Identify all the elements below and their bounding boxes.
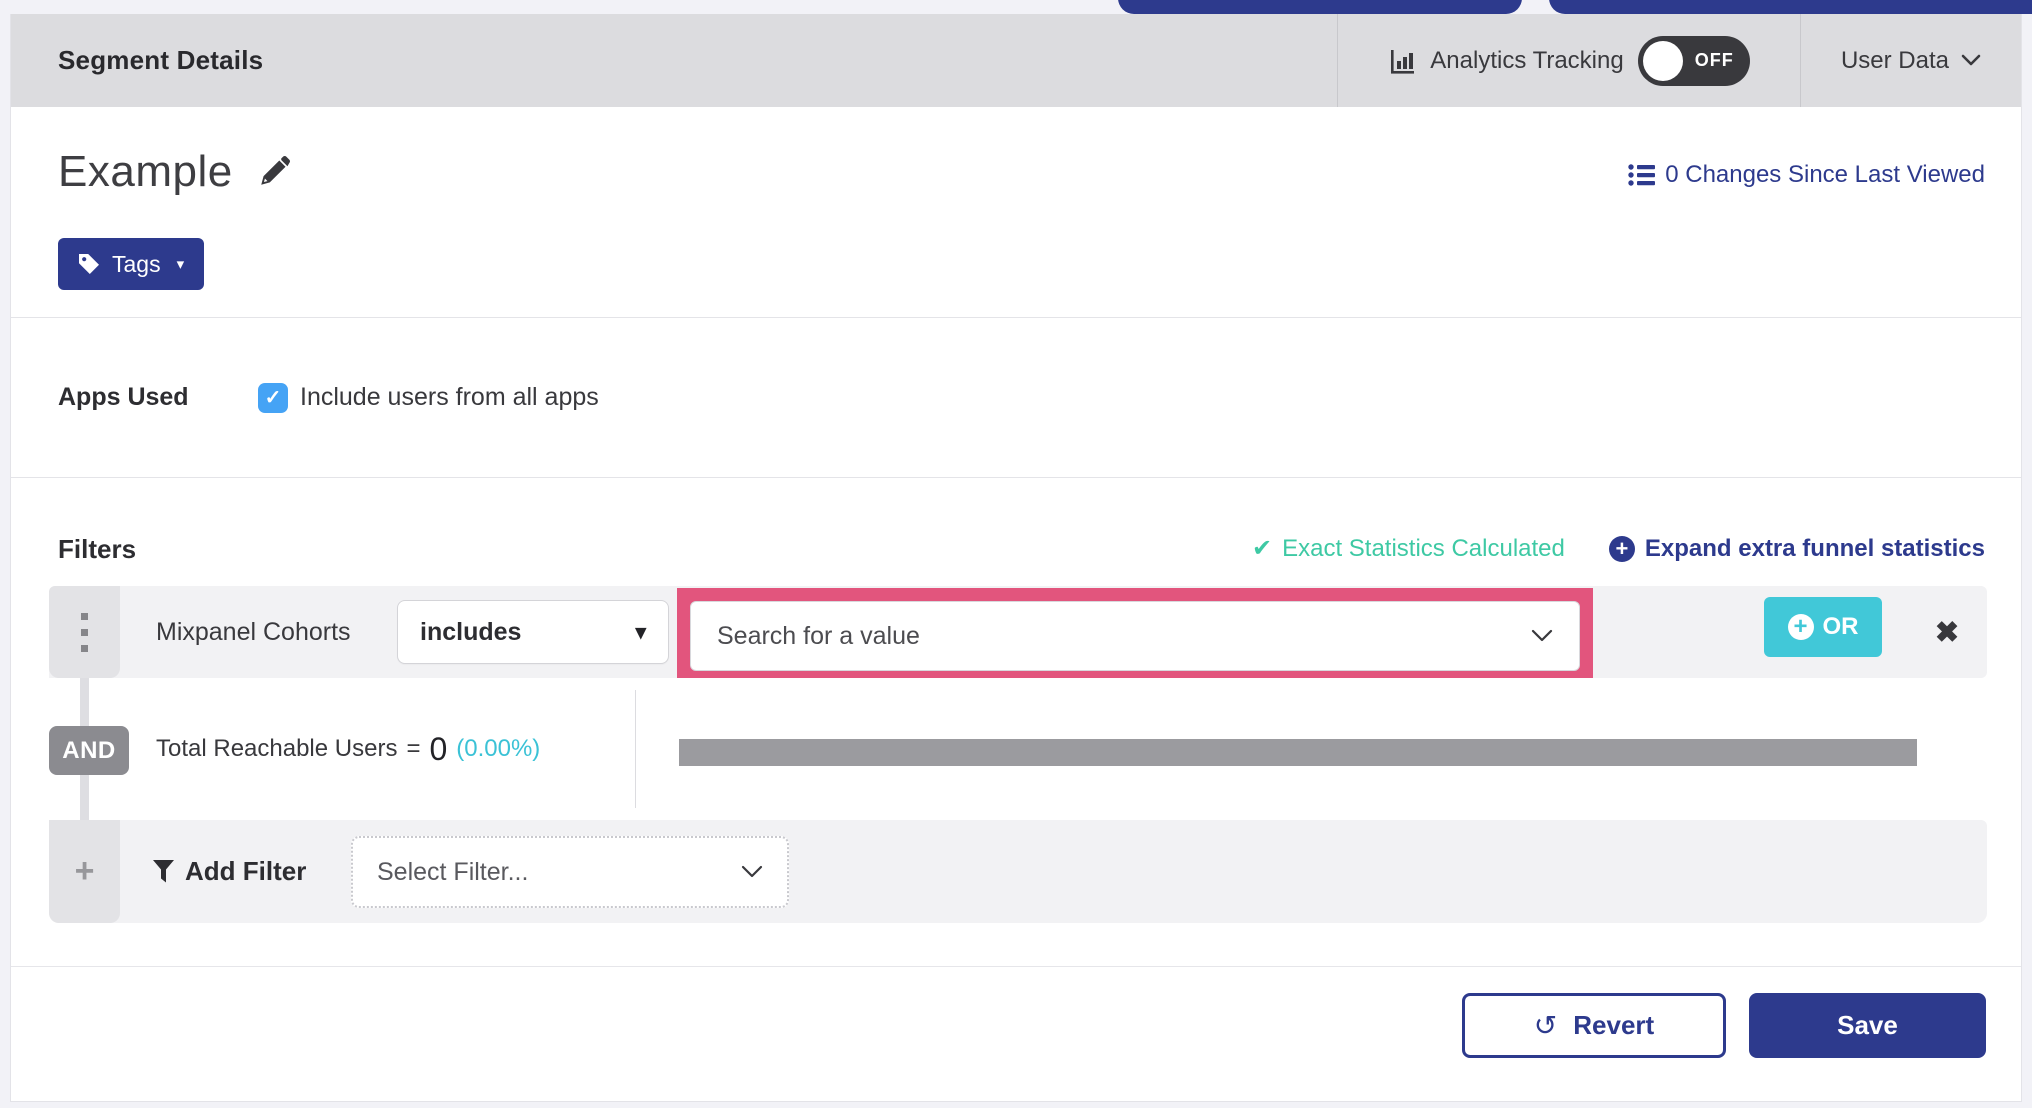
- filter-row: Mixpanel Cohorts includes ▾ Search for a…: [49, 586, 1987, 684]
- chevron-down-icon: [1531, 629, 1553, 643]
- remove-filter-button[interactable]: ✖: [1917, 586, 1977, 678]
- include-all-apps-label: Include users from all apps: [300, 383, 599, 411]
- segment-details-page: Segment Details Analytics Tracking OFF U…: [0, 0, 2032, 1108]
- select-filter-placeholder: Select Filter...: [377, 857, 529, 886]
- vertical-divider: [635, 690, 636, 808]
- select-filter-dropdown[interactable]: Select Filter...: [351, 836, 789, 908]
- expand-funnel-statistics-link[interactable]: + Expand extra funnel statistics: [1608, 534, 1985, 563]
- filters-heading: Filters: [58, 534, 137, 564]
- revert-button[interactable]: ↺ Revert: [1462, 993, 1726, 1058]
- changes-link-label: 0 Changes Since Last Viewed: [1665, 161, 1985, 188]
- operator-value: includes: [420, 617, 522, 646]
- filters-status-row: ✔ Exact Statistics Calculated + Expand e…: [1252, 534, 1985, 563]
- tag-icon: [78, 253, 100, 275]
- change-list-icon: [1628, 163, 1656, 187]
- segment-name: Example: [58, 147, 233, 196]
- segment-header-bar: Segment Details Analytics Tracking OFF U…: [11, 14, 2021, 107]
- exact-statistics-label: Exact Statistics Calculated: [1282, 534, 1565, 562]
- toggle-knob: [1642, 40, 1683, 81]
- reachable-users-bar: [679, 739, 1917, 766]
- filter-group: Mixpanel Cohorts includes ▾ Search for a…: [49, 586, 1987, 923]
- analytics-tracking-label: Analytics Tracking: [1430, 46, 1624, 74]
- value-placeholder: Search for a value: [717, 621, 920, 650]
- plus-circle-icon: +: [1787, 614, 1814, 640]
- bar-chart-icon: [1388, 47, 1416, 75]
- plus-circle-icon: +: [1608, 535, 1635, 562]
- page-title: Segment Details: [58, 45, 264, 75]
- exact-statistics-status: ✔ Exact Statistics Calculated: [1252, 534, 1565, 563]
- user-data-dropdown[interactable]: User Data: [1800, 14, 2021, 107]
- user-data-label: User Data: [1840, 46, 1950, 74]
- edit-pencil-icon[interactable]: [257, 155, 291, 189]
- value-search-select[interactable]: Search for a value: [690, 601, 1580, 671]
- reachable-label: Total Reachable Users: [156, 735, 398, 762]
- check-icon: ✔: [1251, 535, 1273, 562]
- total-reachable-users: Total Reachable Users = 0 (0.00%): [156, 678, 540, 820]
- add-filter-row: + Add Filter Select Filter...: [49, 820, 1987, 923]
- and-badge: AND: [49, 726, 129, 775]
- revert-button-label: Revert: [1573, 1010, 1655, 1040]
- segment-card: Segment Details Analytics Tracking OFF U…: [10, 14, 2022, 1102]
- cutoff-button-right[interactable]: [1549, 0, 2032, 14]
- reachable-value: 0: [429, 730, 448, 767]
- add-filter-plus-handle[interactable]: +: [49, 820, 120, 923]
- tags-button[interactable]: Tags ▾: [58, 238, 205, 290]
- drag-handle[interactable]: [49, 586, 120, 678]
- tags-caret-down-icon: ▾: [176, 256, 185, 273]
- plus-icon: +: [74, 852, 95, 890]
- title-section: Example 0 Changes Since Last Viewed Tags…: [11, 107, 2021, 318]
- save-button[interactable]: Save: [1749, 993, 1986, 1058]
- add-filter-label: Add Filter: [185, 856, 307, 886]
- undo-icon: ↺: [1533, 1010, 1558, 1041]
- analytics-tracking-group: Analytics Tracking OFF: [1337, 14, 1800, 107]
- operator-select[interactable]: includes ▾: [397, 600, 669, 664]
- checkbox-check-icon: ✓: [264, 387, 282, 409]
- footer-divider: [11, 966, 2021, 967]
- filter-name: Mixpanel Cohorts: [156, 617, 351, 646]
- include-all-apps-checkbox[interactable]: ✓: [258, 382, 288, 413]
- segment-name-row: Example: [58, 147, 291, 197]
- reachable-users-row: AND Total Reachable Users = 0 (0.00%): [49, 678, 1987, 820]
- expand-link-label: Expand extra funnel statistics: [1644, 534, 1985, 562]
- close-icon: ✖: [1934, 616, 1960, 649]
- footer-buttons: ↺ Revert Save: [1462, 993, 1986, 1058]
- add-filter-label-group: Add Filter: [153, 820, 306, 923]
- add-or-condition-button[interactable]: + OR: [1764, 597, 1882, 657]
- chevron-down-icon: [1961, 54, 1981, 67]
- save-button-label: Save: [1837, 1010, 1898, 1040]
- apps-used-label: Apps Used: [58, 383, 189, 411]
- or-button-label: OR: [1822, 613, 1859, 640]
- analytics-tracking-toggle[interactable]: OFF: [1637, 35, 1750, 86]
- top-strip: [0, 0, 2032, 14]
- reachable-equals: =: [406, 735, 421, 762]
- funnel-icon: [153, 860, 174, 883]
- tags-button-label: Tags: [112, 250, 161, 277]
- apps-used-section: Apps Used ✓ Include users from all apps: [11, 318, 2021, 478]
- filters-section: Filters ✔ Exact Statistics Calculated + …: [11, 478, 2021, 1101]
- reachable-percent: (0.00%): [456, 735, 541, 762]
- cutoff-button-left[interactable]: [1118, 0, 1522, 14]
- toggle-state-label: OFF: [1694, 50, 1734, 70]
- header-right-group: Analytics Tracking OFF User Data: [1337, 14, 2021, 107]
- caret-down-icon: ▾: [635, 620, 646, 644]
- changes-since-last-viewed-link[interactable]: 0 Changes Since Last Viewed: [1628, 161, 1985, 189]
- highlight-annotation: Search for a value: [677, 588, 1593, 684]
- chevron-down-icon: [741, 865, 763, 879]
